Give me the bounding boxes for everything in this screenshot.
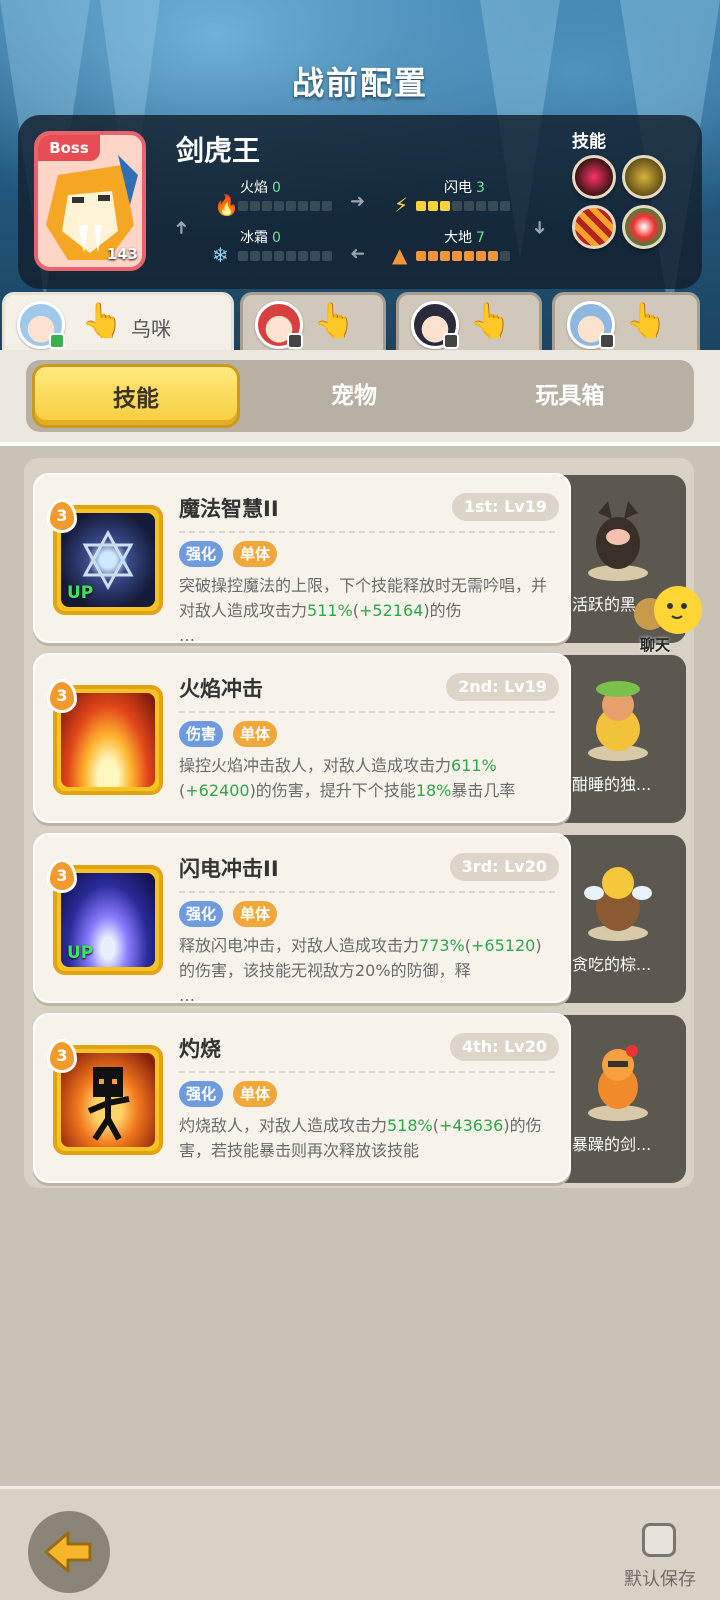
tag-single-target: 单体 <box>233 541 278 567</box>
magic-wisdom-icon: UP <box>61 513 155 607</box>
hero-name: 乌咪 <box>131 317 171 341</box>
skill-rank: 1st: Lv19 <box>451 493 559 521</box>
skill-level-badge: 3 <box>47 499 77 533</box>
page-title: 战前配置 <box>291 64 428 102</box>
tag-single-target: 单体 <box>233 901 278 927</box>
up-badge: UP <box>67 583 94 603</box>
tag-enhance: 强化 <box>179 1081 224 1107</box>
cycle-arrow-icon: ➜ <box>350 191 366 212</box>
lightning-element: 闪电 3 <box>444 180 485 196</box>
boss-skill-roar-icon[interactable] <box>622 155 666 199</box>
earth-bar <box>416 251 510 261</box>
hero-tab-3[interactable]: 👆 <box>396 292 542 354</box>
skill-level-badge: 3 <box>47 859 77 893</box>
skill-card-3[interactable]: UP 3 闪电冲击II 3rd: Lv20 强化 单体 释放闪电冲击，对敌人造成… <box>33 833 571 1005</box>
boss-skill-claw-icon[interactable] <box>572 205 616 249</box>
hero-tab-2[interactable]: 👆 <box>240 292 386 354</box>
skill-name: 魔法智慧II <box>179 497 279 521</box>
boss-portrait[interactable]: Boss 143 <box>34 131 146 271</box>
tap-hand-icon: 👆 <box>313 301 356 341</box>
lightning-icon: ⚡ <box>394 193 409 217</box>
divider <box>179 1071 555 1073</box>
divider <box>179 711 555 713</box>
skill-description: 操控火焰冲击敌人，对敌人造成攻击力611%(+62400)的伤害，提升下个技能1… <box>179 756 516 800</box>
skill-description: 灼烧敌人，对敌人造成攻击力518%(+43636)的伤害，若技能暴击则再次释放该… <box>179 1116 542 1160</box>
boss-name: 剑虎王 <box>176 134 261 167</box>
chat-badge-icon <box>49 333 65 349</box>
skill-name: 灼烧 <box>179 1037 221 1061</box>
pet-name: 酣睡的独... <box>572 775 652 794</box>
up-badge: UP <box>67 943 94 963</box>
fire-icon: 🔥 <box>214 193 239 217</box>
tab-skills[interactable]: 技能 <box>32 364 240 428</box>
frost-bar <box>238 251 332 261</box>
sleepy-monkey-pet-icon <box>588 681 648 761</box>
divider <box>179 891 555 893</box>
skill-level-badge: 3 <box>47 1039 77 1073</box>
back-arrow-icon <box>44 1531 92 1573</box>
default-save-label: 默认保存 <box>624 1569 696 1590</box>
burning-figure-icon <box>61 1053 155 1147</box>
earth-element: 大地 7 <box>444 230 485 246</box>
skill-card-2[interactable]: 3 火焰冲击 2nd: Lv19 伤害 单体 操控火焰冲击敌人，对敌人造成攻击力… <box>33 653 571 823</box>
greedy-bear-pet-icon <box>584 867 652 941</box>
hero-tab-4[interactable]: 👆 <box>552 292 700 354</box>
grumpy-tiger-pet-icon <box>588 1045 648 1121</box>
lightning-impact-icon: UP <box>61 873 155 967</box>
earth-icon: ▲ <box>392 243 408 267</box>
hero-tab-1[interactable]: 👆 乌咪 <box>2 292 234 354</box>
skill-description: 突破操控魔法的上限，下个技能释放时无需吟唱，并对敌人造成攻击力511%(+521… <box>179 576 548 645</box>
boss-skills-label: 技能 <box>572 132 606 152</box>
skill-name: 闪电冲击II <box>179 857 279 881</box>
boss-level: 143 <box>106 245 138 263</box>
hero-badge-icon <box>599 333 615 349</box>
chat-label[interactable]: 聊天 <box>640 634 670 655</box>
hero-badge-icon <box>443 333 459 349</box>
cycle-arrow-icon: ➜ <box>171 219 193 236</box>
skill-rank: 3rd: Lv20 <box>449 853 559 881</box>
default-save-checkbox[interactable] <box>642 1523 676 1557</box>
snowflake-icon: ❄ <box>212 243 229 267</box>
skill-rank: 4th: Lv20 <box>449 1033 559 1061</box>
cycle-arrow-icon: ➜ <box>350 243 366 264</box>
back-button[interactable] <box>28 1511 110 1593</box>
skill-card-4[interactable]: 3 灼烧 4th: Lv20 强化 单体 灼烧敌人，对敌人造成攻击力518%(+… <box>33 1013 571 1183</box>
lightning-bar <box>416 201 510 211</box>
boss-tag: Boss <box>38 135 100 161</box>
tag-enhance: 强化 <box>179 541 224 567</box>
tag-damage: 伤害 <box>179 721 224 747</box>
skill-rank: 2nd: Lv19 <box>446 673 559 701</box>
tab-pets[interactable]: 宠物 <box>250 364 458 428</box>
category-strip: 技能 宠物 玩具箱 <box>0 350 720 446</box>
frost-element: 冰霜 0 <box>240 230 281 246</box>
black-boar-pet-icon <box>588 501 648 581</box>
pet-name: 贪吃的棕... <box>572 955 652 974</box>
flame-impact-icon <box>61 693 155 787</box>
hero-badge-icon <box>287 333 303 349</box>
cycle-arrow-icon: ➜ <box>529 219 551 236</box>
bottom-bar: 默认保存 <box>0 1486 720 1600</box>
skill-level-badge: 3 <box>47 679 77 713</box>
tab-toybox[interactable]: 玩具箱 <box>466 364 674 428</box>
tag-single-target: 单体 <box>233 1081 278 1107</box>
pet-name: 暴躁的剑... <box>572 1135 652 1154</box>
tag-single-target: 单体 <box>233 721 278 747</box>
fire-bar <box>238 201 332 211</box>
fire-element: 火焰 0 <box>240 180 281 196</box>
tap-hand-icon: 👆 <box>81 301 124 341</box>
skill-description: 释放闪电冲击，对敌人造成攻击力773%(+65120)的伤害，该技能无视敌方20… <box>179 936 542 1005</box>
boss-skill-bite-icon[interactable] <box>572 155 616 199</box>
tap-hand-icon: 👆 <box>469 301 512 341</box>
divider <box>179 531 555 533</box>
tag-enhance: 强化 <box>179 901 224 927</box>
skill-name: 火焰冲击 <box>179 677 263 701</box>
tap-hand-icon: 👆 <box>625 301 668 341</box>
boss-info-panel: Boss 143 剑虎王 🔥 火焰 0 ⚡ 闪电 3 ❄ 冰霜 0 ▲ 大地 7 ➜ ➜… <box>18 115 702 289</box>
boss-skill-heal-icon[interactable] <box>622 205 666 249</box>
skill-card-1[interactable]: UP 3 魔法智慧II 1st: Lv19 强化 单体 突破操控魔法的上限，下个… <box>33 473 571 645</box>
